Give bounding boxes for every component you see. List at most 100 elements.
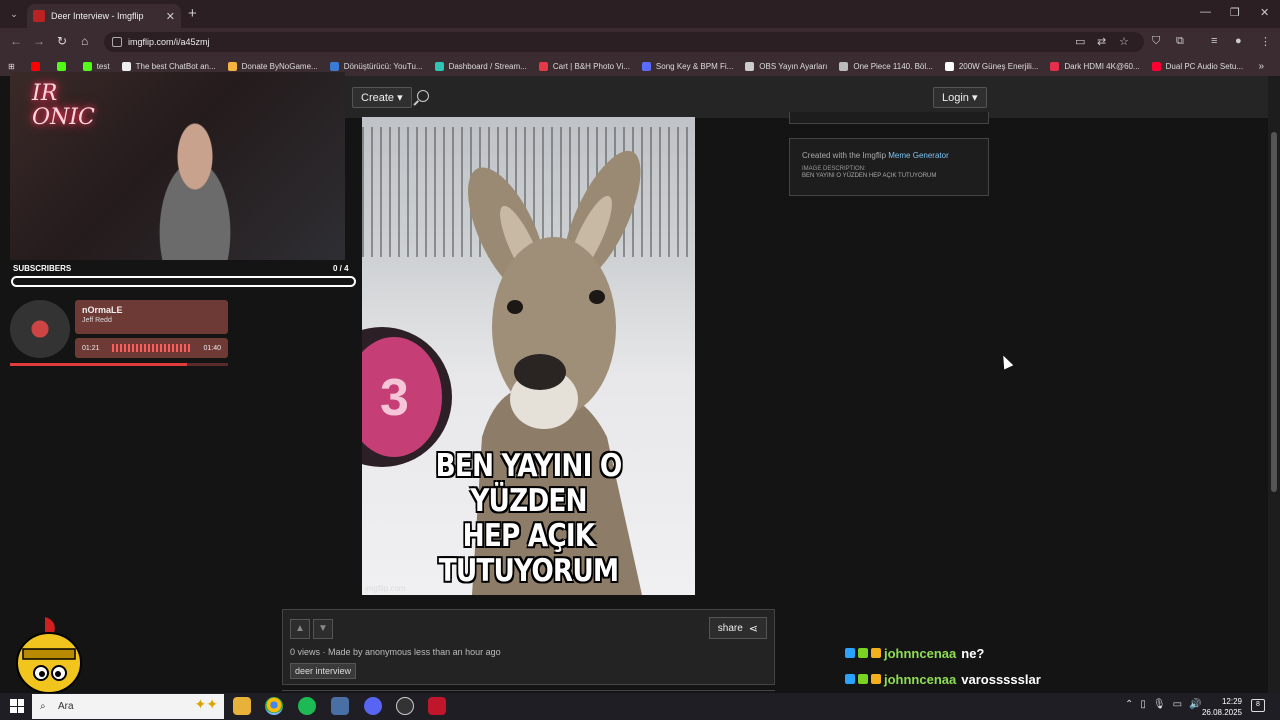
bookmark-8[interactable]: Song Key & BPM Fi... bbox=[641, 61, 733, 71]
bookmark-3[interactable]: The best ChatBot an... bbox=[121, 61, 216, 71]
tray-chevron-icon[interactable]: ⌃ bbox=[1125, 699, 1133, 710]
tab-imgflip[interactable]: Deer Interview - Imgflip ✕ bbox=[27, 4, 181, 28]
bookmark-favicon-icon bbox=[329, 61, 339, 71]
bookmark-favicon-icon bbox=[538, 61, 548, 71]
chat-message: johnncenaa varossssslar bbox=[845, 666, 1065, 692]
new-tab-icon[interactable]: + bbox=[188, 5, 197, 22]
bookmark-5[interactable]: Dönüştürücü: YouTu... bbox=[329, 61, 423, 71]
reload-icon[interactable]: ↻ bbox=[57, 34, 67, 48]
badge-crown-icon bbox=[871, 648, 881, 658]
forward-icon[interactable]: → bbox=[33, 34, 45, 48]
tag-deer-interview[interactable]: deer interview bbox=[290, 663, 357, 679]
track-title: nOrmaLE bbox=[82, 305, 123, 315]
scrollbar-thumb[interactable] bbox=[1271, 132, 1277, 492]
track-progress-fill bbox=[10, 363, 187, 366]
search-icon[interactable] bbox=[417, 90, 429, 102]
meme-generator-link[interactable]: Meme Generator bbox=[888, 151, 948, 160]
imgflip-favicon-icon bbox=[33, 10, 45, 22]
system-tray: ⌃ ▯ 🎙 ▭ 🔊 bbox=[1125, 699, 1202, 710]
upvote-icon[interactable]: ▲ bbox=[290, 619, 310, 639]
track-info: nOrmaLE Jeff Redd bbox=[75, 300, 228, 334]
page-scrollbar[interactable] bbox=[1268, 76, 1280, 693]
badge-diamond-icon bbox=[845, 674, 855, 684]
image-info-panel: Created with the Imgflip Meme Generator … bbox=[789, 138, 989, 196]
bookmark-star-icon[interactable]: ☆ bbox=[1119, 35, 1129, 48]
bookmark-label: test bbox=[96, 61, 110, 71]
menu-icon[interactable]: ⋮ bbox=[1260, 35, 1271, 48]
url-text: imgflip.com/i/a45zmj bbox=[128, 37, 210, 47]
chat-message: johnncenaa ne? bbox=[845, 640, 1065, 666]
chrome-icon[interactable] bbox=[265, 697, 283, 715]
bookmark-12[interactable]: Dark HDMI 4K@60... bbox=[1050, 61, 1140, 71]
tab-title: Deer Interview - Imgflip bbox=[51, 11, 144, 21]
bookmark-10[interactable]: One Piece 1140. Böl... bbox=[839, 61, 933, 71]
spotify-icon[interactable] bbox=[298, 697, 316, 715]
cast-icon[interactable]: ▭ bbox=[1075, 35, 1085, 48]
taskbar-search[interactable]: ⌕ Ara ✦✦ bbox=[32, 694, 224, 719]
notifications-icon[interactable]: 8 bbox=[1251, 699, 1265, 712]
bookmark-6[interactable]: Dashboard / Stream... bbox=[434, 61, 527, 71]
profile-avatar-icon[interactable]: ● bbox=[1235, 35, 1242, 47]
bookmark-9[interactable]: OBS Yayın Ayarları bbox=[745, 61, 827, 71]
created-with-text: Created with the Imgflip Meme Generator bbox=[802, 151, 949, 160]
minimize-icon[interactable]: — bbox=[1200, 6, 1211, 18]
downvote-icon[interactable]: ▼ bbox=[313, 619, 333, 639]
bookmark-favicon-icon bbox=[839, 61, 849, 71]
share-label: share bbox=[717, 622, 743, 634]
meme-image[interactable]: 3 BEN YAYINI O YÜZDEN HEP AÇIK TUTUYORUM… bbox=[362, 117, 695, 595]
subscribers-goal-bar bbox=[11, 276, 356, 287]
bookmark-label: 200W Güneş Enerjili... bbox=[958, 61, 1039, 71]
bookmark-4[interactable]: Donate ByNoGame... bbox=[227, 61, 318, 71]
close-window-icon[interactable]: ✕ bbox=[1260, 6, 1269, 19]
badge-sub-icon bbox=[858, 648, 868, 658]
side-panel-top bbox=[789, 112, 989, 124]
obs-icon[interactable] bbox=[396, 697, 414, 715]
clock-date: 26.08.2025 bbox=[1201, 708, 1242, 717]
address-bar[interactable]: imgflip.com/i/a45zmj bbox=[104, 32, 1144, 52]
badge-sub-icon bbox=[858, 674, 868, 684]
share-icon: ⋖ bbox=[748, 622, 758, 635]
bookmark-2[interactable]: test bbox=[82, 61, 110, 71]
file-explorer-icon[interactable] bbox=[233, 697, 251, 715]
time-elapsed: 01:21 bbox=[82, 344, 100, 352]
bookmark-13[interactable]: Dual PC Audio Setu... bbox=[1151, 61, 1243, 71]
media-icon[interactable]: ≡ bbox=[1211, 35, 1217, 47]
svg-text:3: 3 bbox=[380, 369, 409, 427]
restore-icon[interactable]: ❐ bbox=[1230, 6, 1240, 19]
site-info-icon[interactable] bbox=[112, 37, 122, 47]
bookmark-favicon-icon bbox=[1050, 61, 1060, 71]
bookmark-0[interactable] bbox=[30, 61, 45, 71]
tab-close-icon[interactable]: ✕ bbox=[166, 10, 175, 23]
streamdeck-icon[interactable] bbox=[331, 697, 349, 715]
microphone-icon[interactable]: 🎙 bbox=[1153, 699, 1166, 710]
discord-icon[interactable] bbox=[364, 697, 382, 715]
home-icon[interactable]: ⌂ bbox=[81, 34, 88, 48]
apps-icon[interactable]: ⊞ bbox=[8, 62, 15, 71]
voicemeeter-icon[interactable] bbox=[428, 697, 446, 715]
bookmark-label: Donate ByNoGame... bbox=[241, 61, 318, 71]
back-icon[interactable]: ← bbox=[10, 34, 22, 48]
clock-time: 12:29 bbox=[1221, 697, 1242, 706]
windows-start-icon[interactable] bbox=[10, 699, 24, 713]
taskbar-clock[interactable]: 12:29 26.08.2025 bbox=[1198, 696, 1242, 718]
bookmark-favicon-icon bbox=[944, 61, 954, 71]
bookmark-1[interactable] bbox=[56, 61, 71, 71]
network-icon[interactable]: ▭ bbox=[1173, 699, 1182, 710]
create-button[interactable]: Create ▾ bbox=[352, 87, 412, 108]
translate-icon[interactable]: ⇄ bbox=[1097, 35, 1106, 48]
bookmark-label: Cart | B&H Photo Vi... bbox=[552, 61, 630, 71]
shield-icon[interactable]: ⛉ bbox=[1152, 35, 1160, 48]
tab-search-icon[interactable]: ⌄ bbox=[6, 6, 22, 22]
bookmarks-overflow-icon[interactable]: » bbox=[1258, 61, 1264, 72]
login-button[interactable]: Login ▾ bbox=[933, 87, 987, 108]
neon-line-2: ONIC bbox=[32, 105, 95, 130]
bookmark-favicon-icon bbox=[1151, 61, 1161, 71]
waveform-icon bbox=[111, 344, 192, 352]
bookmark-favicon-icon bbox=[434, 61, 444, 71]
neon-sign: IR ONIC bbox=[32, 82, 95, 130]
tray-device-icon[interactable]: ▯ bbox=[1140, 699, 1146, 710]
extensions-icon[interactable]: ⧉ bbox=[1176, 35, 1184, 48]
share-button[interactable]: share ⋖ bbox=[708, 617, 767, 639]
bookmark-11[interactable]: 200W Güneş Enerjili... bbox=[944, 61, 1039, 71]
bookmark-7[interactable]: Cart | B&H Photo Vi... bbox=[538, 61, 630, 71]
